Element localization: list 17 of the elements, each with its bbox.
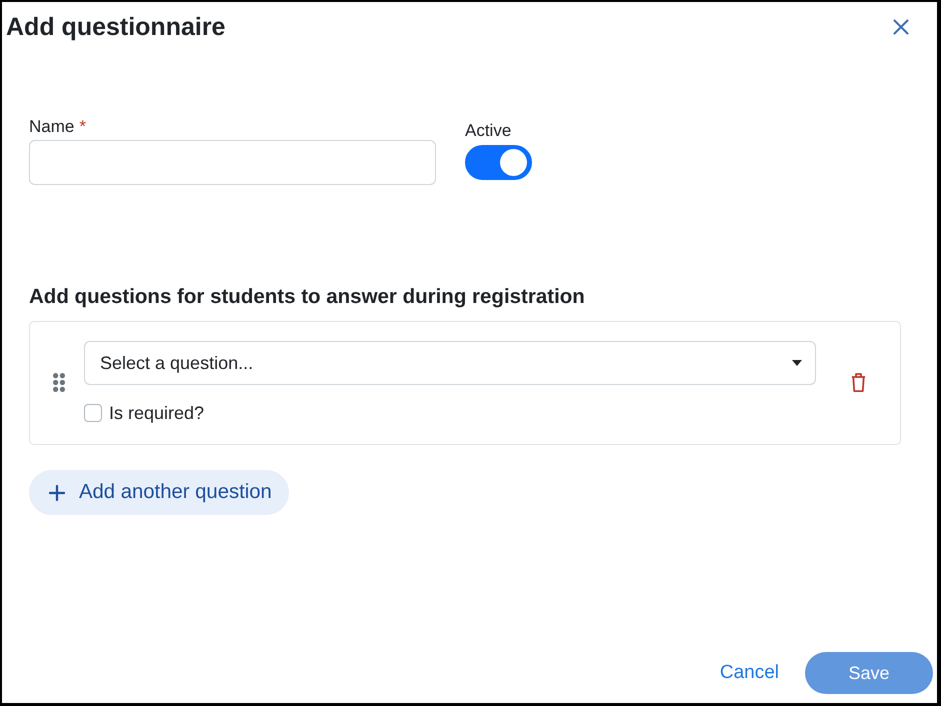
trash-icon[interactable] bbox=[850, 372, 866, 392]
checkbox[interactable] bbox=[84, 404, 102, 422]
required-asterisk: * bbox=[79, 117, 86, 137]
cancel-link[interactable]: Cancel bbox=[720, 661, 779, 685]
plus-icon bbox=[49, 484, 65, 500]
close-icon[interactable] bbox=[893, 19, 909, 35]
add-question-button[interactable]: Add another question bbox=[29, 470, 289, 515]
field-label: Name bbox=[29, 117, 74, 137]
text-input[interactable] bbox=[29, 140, 436, 185]
dialog-title: Add questionnaire bbox=[6, 12, 226, 42]
drag-handle-icon[interactable] bbox=[53, 372, 65, 392]
toggle-switch[interactable] bbox=[465, 145, 532, 180]
section-heading: Add questions for students to answer during registration bbox=[29, 285, 585, 309]
field-label: Active bbox=[465, 121, 512, 141]
checkbox-label: Is required? bbox=[109, 403, 204, 423]
question-select[interactable]: Select a question... bbox=[84, 341, 816, 385]
caret-icon bbox=[792, 360, 802, 366]
